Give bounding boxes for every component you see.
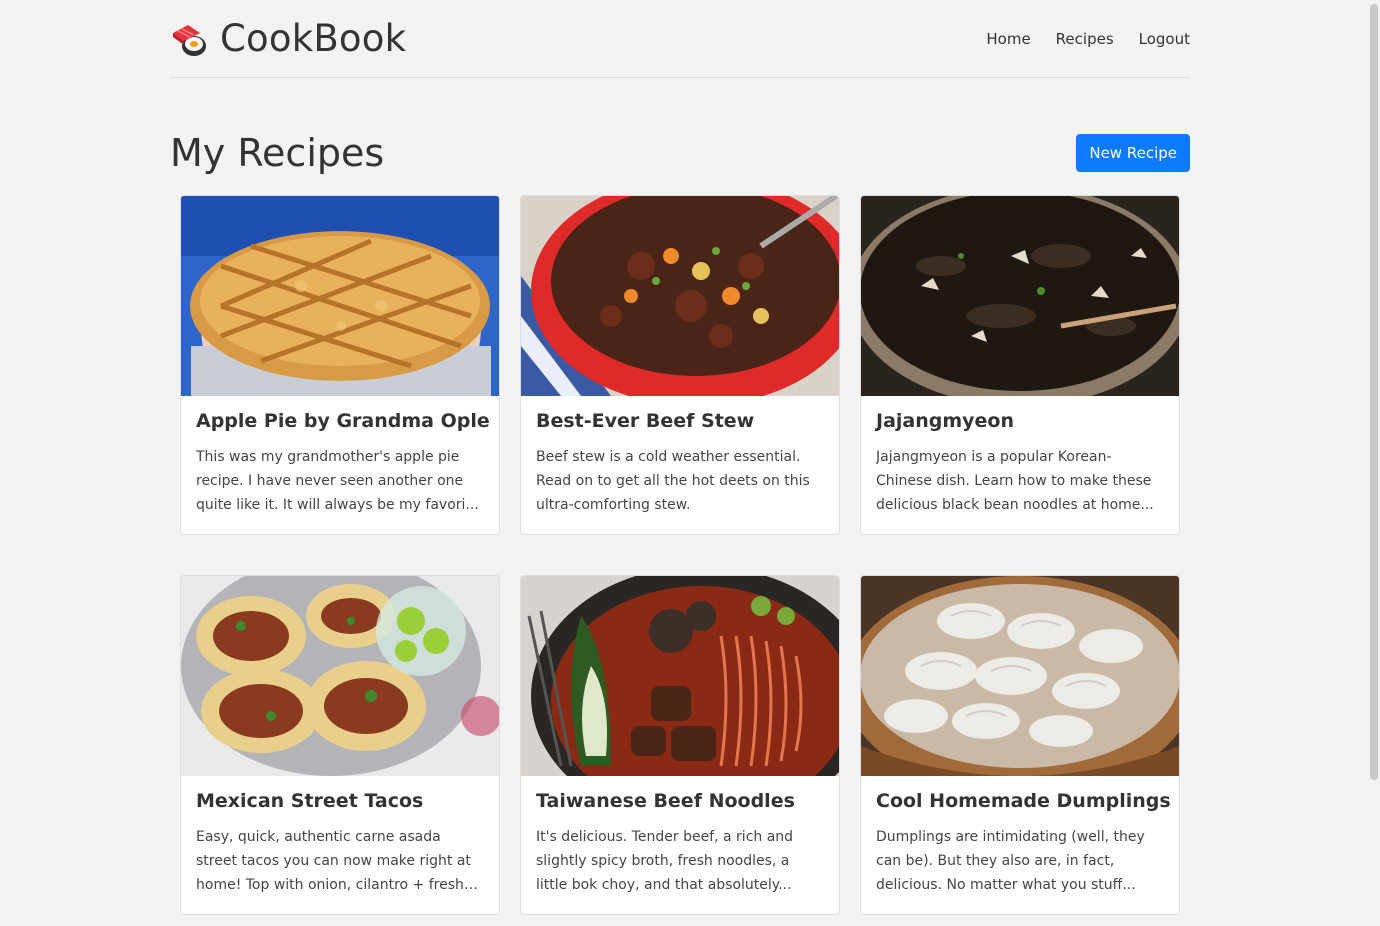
recipe-image-street-tacos bbox=[181, 576, 499, 776]
recipe-description: Beef stew is a cold weather essential. R… bbox=[536, 449, 810, 513]
sushi-logo-icon bbox=[173, 24, 206, 56]
brand[interactable]: CookBook bbox=[170, 17, 406, 60]
recipe-image-jajangmyeon bbox=[861, 196, 1179, 396]
brand-name: CookBook bbox=[220, 17, 407, 60]
navbar: CookBook Home Recipes Logout bbox=[170, 0, 1190, 78]
title-row: My Recipes New Recipe bbox=[170, 128, 1190, 178]
recipe-card[interactable]: Best-Ever Beef Stew Beef stew is a cold … bbox=[520, 195, 840, 535]
recipe-image-apple-pie bbox=[181, 196, 499, 396]
recipe-title[interactable]: Best-Ever Beef Stew bbox=[536, 410, 824, 432]
recipe-description: Jajangmyeon is a popular Korean-Chinese … bbox=[876, 449, 1154, 513]
page-title: My Recipes bbox=[170, 131, 385, 175]
nav-recipes-link[interactable]: Recipes bbox=[1056, 30, 1114, 48]
recipe-image-beef-noodles bbox=[521, 576, 839, 776]
recipe-card[interactable]: Apple Pie by Grandma Ople This was my gr… bbox=[180, 195, 500, 535]
recipe-description: This was my grandmother's apple pie reci… bbox=[196, 449, 479, 513]
new-recipe-button[interactable]: New Recipe bbox=[1076, 134, 1190, 172]
recipe-description: Dumplings are intimidating (well, they c… bbox=[876, 829, 1145, 893]
page-container: CookBook Home Recipes Logout My Recipes … bbox=[170, 0, 1190, 915]
recipe-image-beef-stew bbox=[521, 196, 839, 396]
recipe-title[interactable]: Taiwanese Beef Noodles bbox=[536, 790, 824, 812]
nav-logout-link[interactable]: Logout bbox=[1139, 30, 1190, 48]
main-nav: Home Recipes Logout bbox=[986, 30, 1190, 48]
recipe-title[interactable]: Apple Pie by Grandma Ople bbox=[196, 410, 490, 432]
recipe-description: Easy, quick, authentic carne asada stree… bbox=[196, 829, 471, 893]
recipe-title[interactable]: Jajangmyeon bbox=[876, 410, 1164, 432]
recipe-card[interactable]: Taiwanese Beef Noodles It's delicious. T… bbox=[520, 575, 840, 915]
page-scrollbar[interactable] bbox=[1370, 4, 1378, 780]
recipe-description: It's delicious. Tender beef, a rich and … bbox=[536, 829, 794, 893]
recipe-title[interactable]: Cool Homemade Dumplings bbox=[876, 790, 1171, 812]
recipe-card[interactable]: Jajangmyeon Jajangmyeon is a popular Kor… bbox=[860, 195, 1180, 535]
recipe-card[interactable]: Cool Homemade Dumplings Dumplings are in… bbox=[860, 575, 1180, 915]
recipe-card[interactable]: Mexican Street Tacos Easy, quick, authen… bbox=[180, 575, 500, 915]
nav-home-link[interactable]: Home bbox=[986, 30, 1030, 48]
recipe-title[interactable]: Mexican Street Tacos bbox=[196, 790, 484, 812]
recipe-image-dumplings bbox=[861, 576, 1179, 776]
